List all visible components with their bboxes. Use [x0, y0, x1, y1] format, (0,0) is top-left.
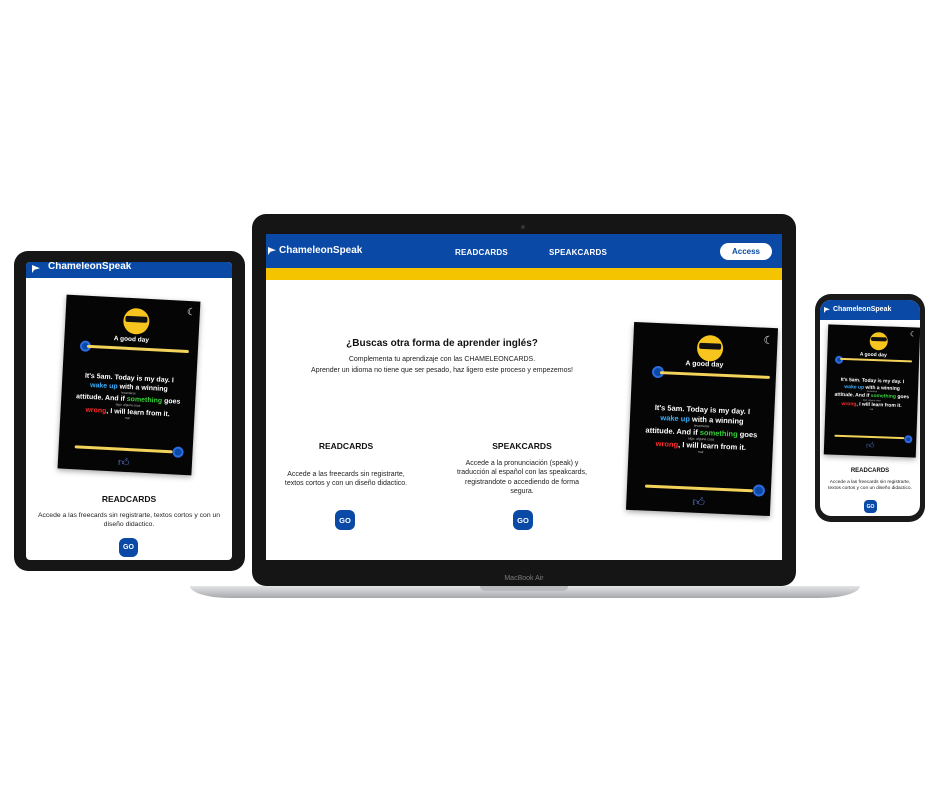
- word-wrong[interactable]: wrong: [85, 406, 106, 414]
- speakcards-title: SPEAKCARDS: [492, 441, 552, 451]
- speakcards-go-button[interactable]: GO: [513, 510, 533, 530]
- moon-icon: ☾: [186, 306, 197, 319]
- story-card[interactable]: ☾ A good day It's 5am. Today is my day. …: [625, 321, 779, 517]
- laptop-screen: ChameleonSpeak READCARDS SPEAKCARDS Acce…: [266, 234, 782, 560]
- slider-knob-bottom[interactable]: [172, 446, 184, 458]
- moon-icon: ☾: [763, 334, 774, 348]
- progress-bar-top: [659, 371, 770, 379]
- phone-go-button[interactable]: GO: [864, 500, 877, 513]
- readcards-go-button[interactable]: GO: [335, 510, 355, 530]
- thumbs-up-icon[interactable]: 👍︎: [692, 495, 705, 511]
- progress-bar-bottom: [74, 445, 173, 454]
- word-wrong[interactable]: wrong: [841, 401, 856, 408]
- phone-screen: ChameleonSpeak ☾ A good day It's 5am. To…: [820, 300, 920, 516]
- story-line-3a: attitude. And if: [645, 425, 701, 437]
- word-wake-up[interactable]: wake up: [844, 384, 864, 391]
- story-line-3b: goes: [737, 429, 758, 440]
- chameleon-logo-icon: [32, 265, 40, 273]
- phone-card-story-text: It's 5am. Today is my day. I wake up wit…: [827, 376, 916, 412]
- phone-brand-name[interactable]: ChameleonSpeak: [833, 306, 891, 313]
- accent-strip: [266, 268, 782, 280]
- progress-bar-bottom: [834, 434, 905, 440]
- thumbs-up-icon[interactable]: 👍︎: [118, 456, 130, 470]
- tablet-navbar: ChameleonSpeak: [26, 262, 232, 278]
- readcards-desc: Accede a las freecards sin registrarte, …: [284, 471, 408, 488]
- glasses-shape: [870, 336, 887, 342]
- moon-icon: ☾: [909, 331, 917, 339]
- word-wrong[interactable]: wrong: [655, 439, 678, 449]
- gloss-wrong: mal: [697, 449, 704, 454]
- tablet-story-card[interactable]: ☾ A good day It's 5am. Today is my day. …: [57, 294, 201, 476]
- slider-knob-bottom[interactable]: [752, 484, 766, 497]
- chameleon-logo-icon: [824, 307, 830, 313]
- nav-readcards-link[interactable]: READCARDS: [455, 248, 508, 257]
- speakcards-desc: Accede a la pronunciación (speak) y trad…: [457, 460, 587, 496]
- access-button[interactable]: Access: [720, 243, 772, 260]
- chameleon-logo-icon: [268, 247, 276, 255]
- tablet-section-desc: Accede a las freecards sin registrarte, …: [37, 512, 221, 529]
- word-wake-up[interactable]: wake up: [90, 382, 118, 390]
- thumbs-up-icon[interactable]: 👍︎: [866, 441, 875, 451]
- progress-bar-bottom: [644, 484, 753, 493]
- brand-name[interactable]: ChameleonSpeak: [279, 245, 362, 256]
- story-line-3b: goes: [161, 398, 181, 407]
- hero-title: ¿Buscas otra forma de aprender inglés?: [346, 338, 538, 349]
- device-label: MacBook Air: [504, 575, 544, 582]
- tablet-brand-name[interactable]: ChameleonSpeak: [48, 262, 131, 272]
- tablet-section-title: READCARDS: [101, 494, 157, 504]
- glasses-shape: [125, 315, 148, 323]
- tablet-card-story-text: It's 5am. Today is my day. I wake up wit…: [64, 371, 192, 423]
- slider-knob-bottom[interactable]: [904, 435, 913, 444]
- story-line-3a: attitude. And if: [834, 391, 871, 400]
- hero-line-2: Aprender un idioma no tiene que ser pesa…: [311, 367, 573, 374]
- hero-line-1: Complementa tu aprendizaje con las CHAME…: [348, 356, 536, 363]
- tablet-go-button[interactable]: GO: [119, 538, 138, 557]
- story-line-4: , I will learn from it.: [856, 401, 902, 410]
- readcards-title: READCARDS: [318, 441, 374, 451]
- laptop-notch: [480, 586, 568, 591]
- glasses-shape: [699, 342, 722, 350]
- card-story-text: It's 5am. Today is my day. I wake up wit…: [633, 402, 771, 457]
- camera-icon: [521, 225, 525, 229]
- phone-section-desc: Accede a las freecards sin registrarte, …: [828, 480, 912, 492]
- phone-story-card[interactable]: ☾ A good day It's 5am. Today is my day. …: [823, 324, 920, 458]
- story-line-3b: goes: [895, 394, 910, 401]
- navbar: ChameleonSpeak READCARDS SPEAKCARDS Acce…: [266, 234, 782, 268]
- word-something[interactable]: something: [871, 393, 896, 400]
- word-wake-up[interactable]: wake up: [660, 413, 690, 423]
- tablet-screen: ChameleonSpeak ☾ A good day It's 5am. To…: [26, 262, 232, 560]
- nav-speakcards-link[interactable]: SPEAKCARDS: [549, 248, 607, 257]
- story-line-4: , I will learn from it.: [677, 439, 747, 452]
- phone-section-title: READCARDS: [850, 468, 890, 474]
- progress-bar-top: [86, 344, 189, 354]
- phone-navbar: ChameleonSpeak: [820, 300, 920, 320]
